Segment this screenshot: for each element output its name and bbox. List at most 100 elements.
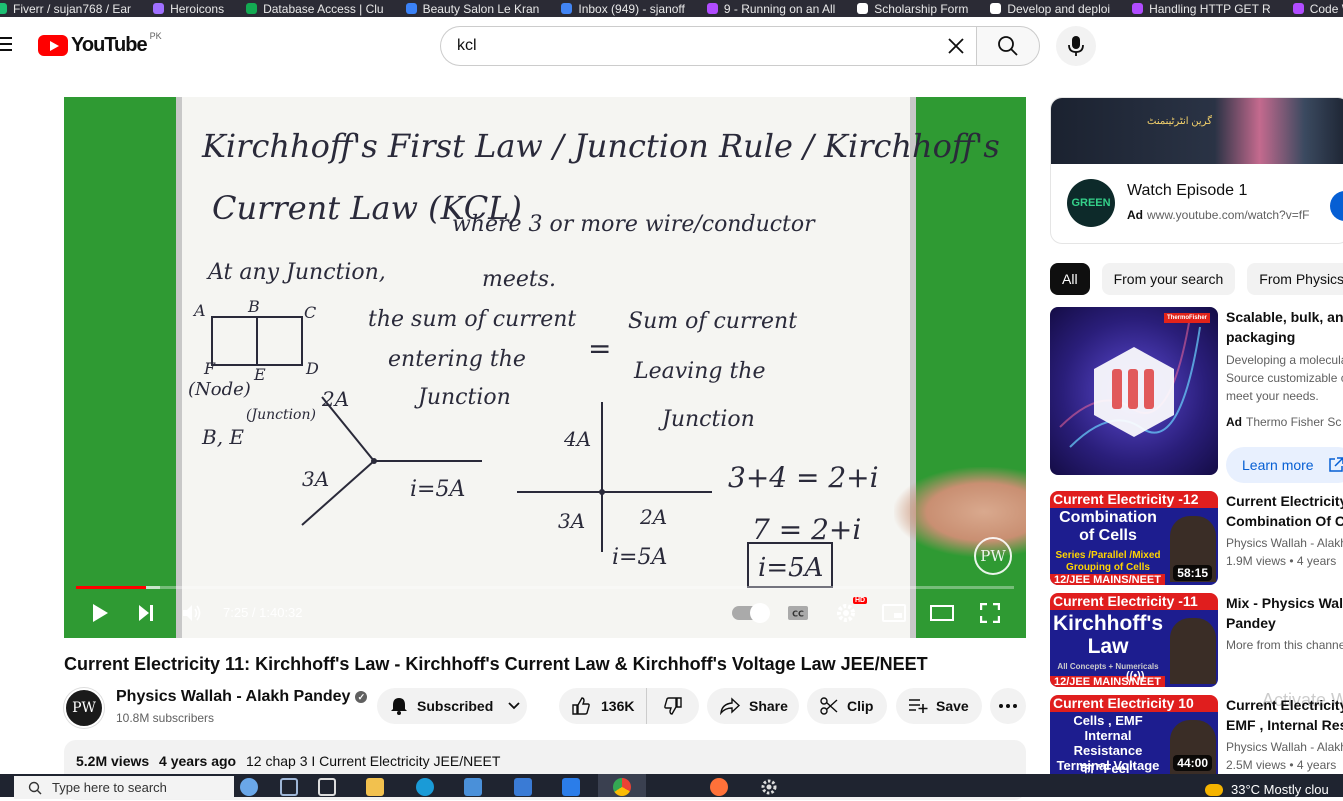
bookmark-favicon-icon (405, 3, 417, 14)
bookmark-item[interactable]: 9 - Running on an All (706, 2, 835, 16)
thumb-text: Current Electricity -11 (1050, 593, 1218, 610)
bookmark-label: Code W (1309, 1, 1343, 16)
captions-button[interactable]: CC (786, 601, 810, 625)
bookmark-item[interactable]: Fiverr / sujan768 / Ear (0, 2, 131, 16)
bookmark-label: Heroicons (170, 1, 225, 16)
file-explorer-icon[interactable] (366, 778, 384, 796)
bookmark-item[interactable]: Beauty Salon Le Kran (405, 1, 540, 16)
channel-link[interactable]: Physics Wallah - Alakh Pandey (116, 688, 350, 706)
channel-avatar[interactable]: PW (64, 688, 104, 728)
widgets-icon[interactable] (280, 778, 298, 796)
firefox-icon[interactable] (710, 778, 728, 796)
channel-watermark: PW (974, 537, 1012, 575)
play-button[interactable] (88, 601, 112, 625)
verified-icon: ✓ (355, 691, 368, 703)
thumb-text: Current Electricity -12 (1050, 491, 1218, 508)
board-text: 3A (558, 509, 586, 533)
sidebar-mix-item[interactable]: Current Electricity -11 Kirchhoff's Law … (1050, 593, 1343, 687)
autoplay-toggle[interactable] (730, 601, 770, 625)
like-button[interactable]: 136K (559, 688, 647, 724)
bookmark-label: Beauty Salon Le Kran (422, 1, 540, 16)
thumbs-down-icon (663, 696, 683, 716)
bookmark-favicon-icon (1132, 3, 1144, 14)
more-actions-button[interactable] (990, 688, 1026, 724)
store-icon[interactable] (464, 778, 482, 796)
rec-title: Combination Of Ce (1226, 513, 1343, 529)
board-text: F (204, 359, 216, 378)
rec-views: 1.9M views (1226, 554, 1287, 568)
theater-mode-button[interactable] (930, 601, 954, 625)
ad-title[interactable]: Watch Episode 1 (1127, 182, 1247, 200)
next-icon (139, 605, 153, 621)
bookmark-item[interactable]: Database Access | Clu (246, 2, 384, 16)
subscribed-button[interactable]: Subscribed (377, 688, 527, 724)
masthead: YouTube PK (0, 17, 1343, 75)
search-bar (440, 26, 1040, 66)
board-text: i=5A (758, 553, 824, 583)
rec-title: Current Electricity (1226, 493, 1343, 509)
sidebar-ad-card[interactable]: گرین انٹرٹینمنٹ GREEN Watch Episode 1 Ad… (1050, 97, 1343, 244)
upload-age: 4 years ago (159, 753, 237, 769)
ad-brand-badge: ThermoFisher (1163, 313, 1210, 323)
progress-bar[interactable] (76, 586, 1014, 589)
dislike-button[interactable] (647, 688, 699, 724)
save-button[interactable]: Save (896, 688, 982, 724)
video-player[interactable]: Kirchhoff's First Law / Junction Rule / … (64, 97, 1026, 638)
chip-from-your-search[interactable]: From your search (1101, 263, 1236, 295)
bookmark-item[interactable]: Heroicons (153, 2, 224, 16)
thumb-text: का "Feel" (1080, 761, 1136, 775)
bookmark-label: Handling HTTP GET R (1149, 1, 1271, 16)
board-text: B, E (202, 425, 245, 449)
activate-windows-watermark: Activate W (1262, 690, 1343, 710)
mail-icon[interactable] (514, 778, 532, 796)
share-button[interactable]: Share (707, 688, 799, 724)
taskbar-search[interactable]: Type here to search (14, 776, 234, 799)
board-text: A (194, 301, 206, 320)
thumb-text: Series /Parallel /Mixed Grouping of Cell… (1055, 550, 1161, 573)
task-view-icon[interactable] (318, 778, 336, 796)
taskbar-active-app[interactable] (598, 774, 646, 797)
clip-button[interactable]: Clip (807, 688, 887, 724)
bookmark-favicon-icon (990, 3, 1002, 14)
settings-icon[interactable] (760, 778, 778, 796)
bookmark-item[interactable]: Develop and deploi (990, 2, 1110, 16)
menu-icon[interactable] (0, 37, 12, 51)
chip-from-channel[interactable]: From Physics Wallah (1247, 263, 1343, 295)
save-label: Save (936, 698, 969, 714)
settings-button[interactable] (834, 601, 858, 625)
miniplayer-button[interactable] (882, 601, 906, 625)
volume-icon (183, 605, 201, 621)
subscriber-count: 10.8M subscribers (116, 711, 215, 725)
bookmark-item[interactable]: Handling HTTP GET R (1132, 2, 1271, 16)
youtube-logo[interactable]: YouTube PK (38, 31, 162, 57)
bookmark-item[interactable]: Scholarship Form (857, 2, 968, 16)
bookmark-item[interactable]: Code W (1292, 1, 1343, 16)
vscode-icon[interactable] (562, 778, 580, 796)
cortana-icon[interactable] (240, 778, 258, 796)
search-button[interactable] (976, 26, 1040, 66)
clear-icon[interactable] (944, 34, 968, 58)
dna-image (1059, 316, 1201, 448)
voice-search-button[interactable] (1056, 26, 1096, 66)
volume-button[interactable] (181, 601, 205, 625)
search-input[interactable] (457, 37, 944, 55)
board-text: 2A (640, 505, 668, 529)
fullscreen-button[interactable] (978, 601, 1002, 625)
chrome-icon (613, 778, 631, 796)
next-button[interactable] (134, 601, 158, 625)
edge-icon[interactable] (416, 778, 434, 796)
youtube-play-icon (38, 35, 68, 56)
bookmark-favicon-icon (1292, 3, 1304, 14)
weather-widget[interactable]: 33°C Mostly clou (1205, 782, 1329, 797)
chip-all[interactable]: All (1050, 263, 1090, 295)
board-text: 7 = 2+i (752, 513, 862, 546)
ad-cta-button[interactable] (1330, 191, 1343, 221)
whiteboard-frame: Kirchhoff's First Law / Junction Rule / … (176, 97, 1000, 638)
rec-title: Pandey (1226, 615, 1276, 631)
channel-name[interactable]: Physics Wallah - Alakh Pandey ✓ (116, 688, 368, 706)
bookmark-item[interactable]: Inbox (949) - sjanoff (561, 2, 685, 16)
played-bar (76, 586, 147, 589)
sidebar-video-item[interactable]: Current Electricity -12 Combination of C… (1050, 491, 1343, 585)
bookmark-label: Database Access | Clu (263, 1, 384, 16)
learn-more-button[interactable]: Learn more (1226, 447, 1343, 483)
